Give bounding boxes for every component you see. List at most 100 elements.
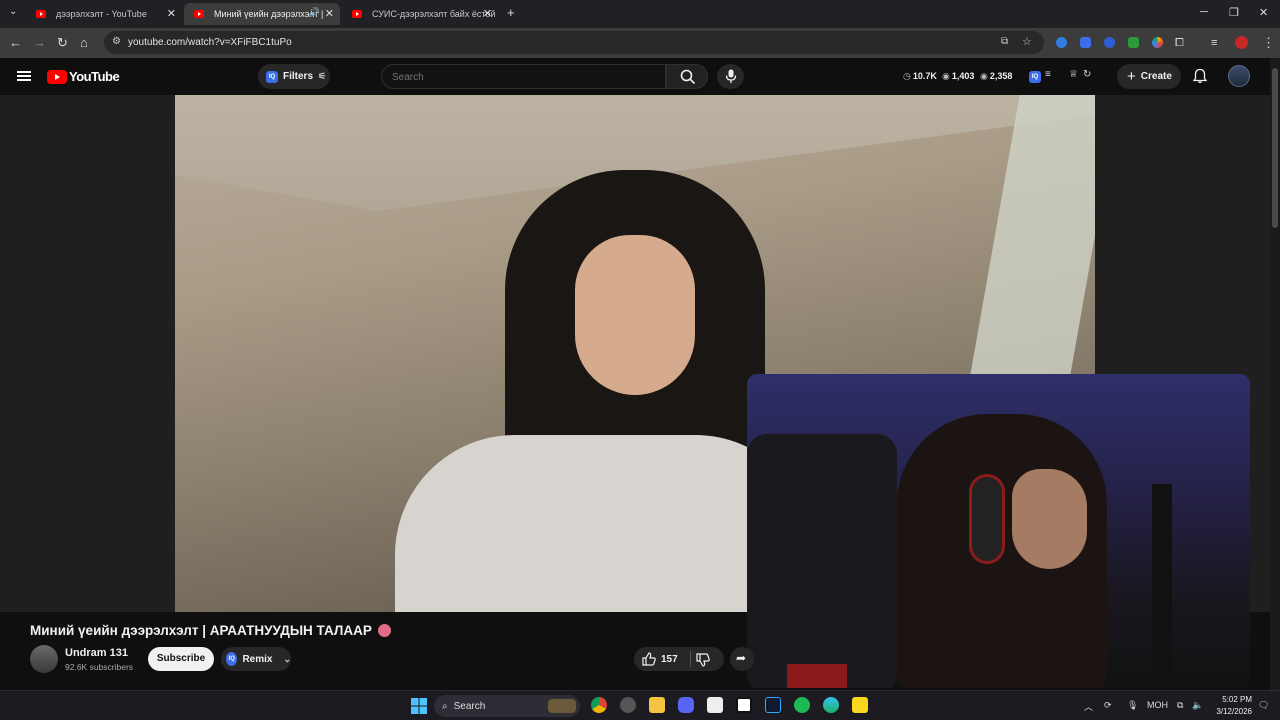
- bookmark-star-icon[interactable]: ☆: [1022, 35, 1032, 48]
- filters-button[interactable]: IQ Filters ⚟: [258, 64, 330, 89]
- discord-icon[interactable]: [678, 697, 694, 713]
- taskbar-search-box[interactable]: ⌕ Search: [434, 695, 580, 717]
- input-language[interactable]: МОН: [1147, 700, 1168, 710]
- network-icon[interactable]: ⧉: [1177, 700, 1183, 711]
- browser-tab-strip: ⌄ дээрэлхэлт - YouTube ✕ Миний үеийн дээ…: [0, 0, 1280, 28]
- reload-icon[interactable]: ↻: [57, 35, 68, 51]
- back-icon[interactable]: ←: [9, 35, 22, 51]
- clock-icon: ◷: [903, 71, 911, 81]
- browser-tab[interactable]: дээрэлхэлт - YouTube ✕: [26, 3, 182, 25]
- forward-icon[interactable]: →: [33, 35, 46, 51]
- media-controls-icon[interactable]: ≡: [1211, 35, 1217, 51]
- thumbs-up-icon[interactable]: [642, 652, 656, 666]
- edge-icon[interactable]: [823, 697, 839, 713]
- tray-sync-icon[interactable]: ⟳: [1104, 700, 1112, 711]
- tab-title: дээрэлхэлт - YouTube: [56, 9, 147, 19]
- home-icon[interactable]: ⌂: [80, 35, 88, 51]
- plus-icon: +: [1127, 67, 1136, 85]
- like-dislike-group: 157: [634, 647, 724, 671]
- picture-in-picture-video[interactable]: [747, 374, 1250, 688]
- scrollbar-thumb[interactable]: [1272, 68, 1278, 228]
- notifications-icon[interactable]: 🗨: [1258, 700, 1269, 711]
- user-avatar[interactable]: [1228, 65, 1250, 87]
- volume-icon[interactable]: 🔈: [1192, 700, 1203, 711]
- extension-icon[interactable]: [1056, 37, 1067, 48]
- channel-name[interactable]: Undram 131: [65, 647, 128, 659]
- notifications-bell-icon[interactable]: [1193, 68, 1207, 84]
- like-count[interactable]: 157: [661, 654, 678, 665]
- download-extension-icon[interactable]: [1128, 37, 1139, 48]
- browser-tab[interactable]: СУИС-дээрэлхэлт байх ёстой ✕: [342, 3, 498, 25]
- like-divider: [690, 651, 691, 667]
- tab-list-chevron-icon[interactable]: ⌄: [9, 6, 17, 17]
- sticky-notes-icon[interactable]: [852, 697, 868, 713]
- search-input[interactable]: [392, 69, 652, 85]
- speaker-icon[interactable]: 🔊: [309, 7, 320, 18]
- person-face-shape: [575, 235, 695, 395]
- notion-icon[interactable]: [736, 697, 752, 713]
- photoshop-icon[interactable]: [765, 697, 781, 713]
- thumbs-down-icon[interactable]: [696, 653, 710, 667]
- taskbar-clock[interactable]: 5:02 PM 3/12/2026: [1206, 694, 1252, 718]
- filters-label: Filters: [283, 71, 314, 82]
- site-info-icon[interactable]: ⚙: [112, 36, 121, 47]
- create-button[interactable]: + Create: [1117, 64, 1181, 89]
- subscribe-button[interactable]: Subscribe: [148, 647, 214, 671]
- extension-icon[interactable]: [1152, 37, 1163, 48]
- browser-tab-active[interactable]: Миний үеийн дээрэлхэлт | 🔊 ✕: [184, 3, 340, 25]
- spotify-icon[interactable]: [794, 697, 810, 713]
- youtube-favicon-icon: [352, 10, 362, 18]
- clock-date: 3/12/2026: [1216, 707, 1252, 716]
- menu-icon[interactable]: [17, 71, 31, 81]
- profile-avatar-icon[interactable]: [1235, 36, 1248, 49]
- channel-avatar[interactable]: [30, 645, 58, 673]
- headphones-shape: [969, 474, 1005, 564]
- tray-overflow-icon[interactable]: ︿: [1084, 700, 1093, 713]
- extensions-puzzle-icon[interactable]: ⧠: [1175, 35, 1184, 51]
- refresh-extension-icon[interactable]: ↻: [1083, 69, 1091, 80]
- install-app-icon[interactable]: ⧉: [1001, 36, 1008, 47]
- remix-label: Remix: [242, 653, 273, 665]
- sticker-emoji-icon: [377, 624, 391, 637]
- list-settings-icon[interactable]: ≡: [1045, 69, 1051, 80]
- subscriber-count: 92.6K subscribers: [65, 662, 134, 672]
- close-tab-icon[interactable]: ✕: [167, 7, 176, 20]
- new-tab-icon[interactable]: +: [507, 5, 515, 20]
- close-tab-icon[interactable]: ✕: [483, 7, 492, 20]
- iq-extension-icon[interactable]: IQ: [1029, 71, 1041, 83]
- window-close-icon[interactable]: ✕: [1259, 6, 1268, 19]
- chevron-down-icon[interactable]: ⌄: [283, 654, 291, 665]
- remix-button[interactable]: IQ Remix ⌄: [221, 647, 291, 671]
- url-text: youtube.com/watch?v=XFiFBC1tuPo: [128, 37, 292, 48]
- microphone-icon: [725, 69, 737, 83]
- search-icon: ⌕: [442, 700, 448, 712]
- capcut-icon[interactable]: [707, 697, 723, 713]
- extension-icon[interactable]: [1104, 37, 1115, 48]
- chrome-alt-icon[interactable]: [620, 697, 636, 713]
- youtube-logo-icon[interactable]: [47, 70, 67, 84]
- chrome-icon[interactable]: [591, 697, 607, 713]
- page-scrollbar[interactable]: [1270, 58, 1280, 690]
- search-box[interactable]: [381, 64, 666, 89]
- stat-value: 10.7K: [912, 71, 937, 81]
- share-button[interactable]: ➦: [730, 647, 754, 671]
- taskbar-search-label: Search: [453, 700, 486, 712]
- browser-menu-icon[interactable]: ⋮: [1262, 35, 1275, 51]
- browser-toolbar: ← → ↻ ⌂ ⚙ youtube.com/watch?v=XFiFBC1tuP…: [0, 28, 1280, 58]
- minimize-icon[interactable]: ─: [1200, 6, 1208, 18]
- maximize-icon[interactable]: ❐: [1229, 6, 1239, 19]
- extension-icon[interactable]: [1080, 37, 1091, 48]
- trophy-icon[interactable]: ♕: [1069, 69, 1078, 80]
- eye-icon: ◉: [980, 71, 988, 81]
- address-bar[interactable]: ⚙ youtube.com/watch?v=XFiFBC1tuPo ⧉ ☆: [104, 31, 1044, 54]
- tray-microphone-icon[interactable]: 🎙: [1127, 700, 1138, 711]
- watch-time-stat: ◷ 10.7K: [903, 71, 937, 82]
- sliders-icon: ⚟: [318, 71, 327, 81]
- voice-search-button[interactable]: [717, 64, 744, 89]
- youtube-logo-text[interactable]: YouTube: [69, 69, 120, 84]
- windows-start-icon[interactable]: [411, 698, 427, 714]
- share-icon: ➦: [736, 651, 747, 665]
- search-button[interactable]: [666, 64, 708, 89]
- file-explorer-icon[interactable]: [649, 697, 665, 713]
- close-tab-icon[interactable]: ✕: [325, 7, 334, 20]
